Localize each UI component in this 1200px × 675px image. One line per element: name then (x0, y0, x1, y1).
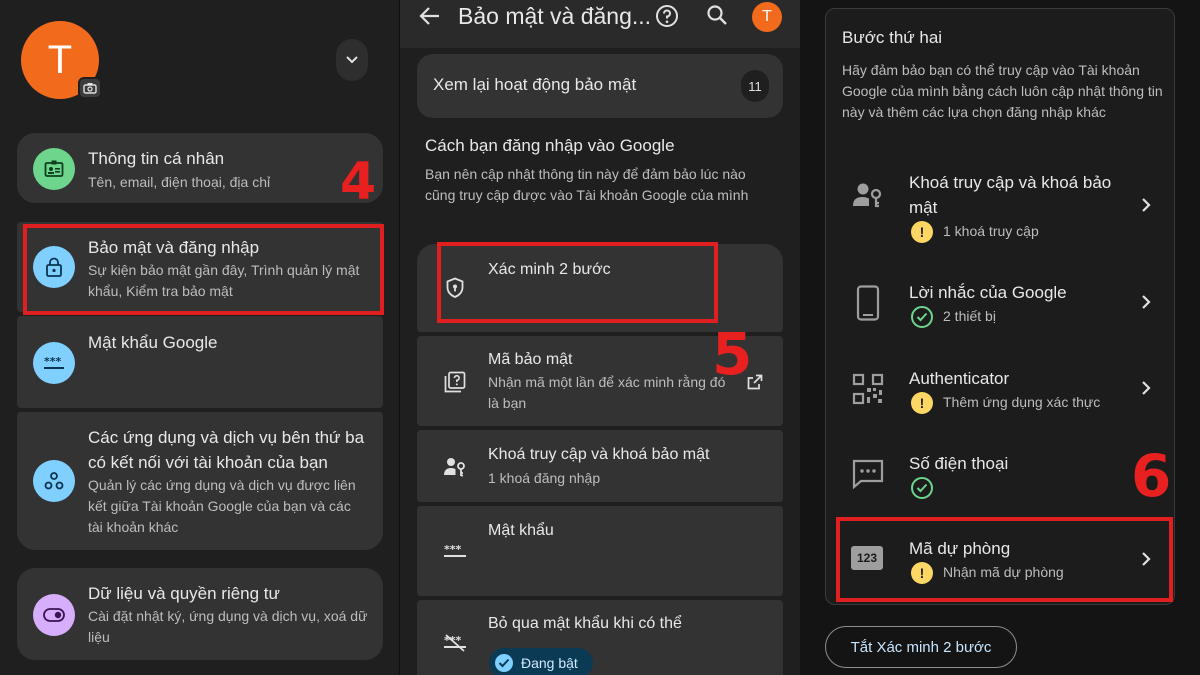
password-icon: *** (33, 342, 75, 384)
qr-code-icon (850, 371, 886, 407)
item-title: Bỏ qua mật khẩu khi có thể (488, 615, 682, 632)
top-app-bar: Bảo mật và đăng... T (400, 0, 800, 48)
skip-password-item[interactable]: *** Bỏ qua mật khẩu khi có thể Đang bật (417, 600, 783, 675)
menu-item-third-party-apps[interactable]: Các ứng dụng và dịch vụ bên thứ ba có kế… (17, 412, 383, 550)
search-icon[interactable] (706, 4, 728, 26)
menu-item-title: Dữ liệu và quyền riêng tư (88, 584, 280, 603)
svg-text:***: *** (44, 355, 62, 368)
back-arrow-icon[interactable] (419, 6, 441, 26)
apps-icon (33, 460, 75, 502)
svg-text:***: *** (444, 543, 462, 556)
account-panel: T Thông tin cá nhân Tên, email, điện tho… (0, 0, 400, 675)
account-switcher-button[interactable] (336, 39, 368, 81)
item-title: Khoá truy cập và khoá bảo mật (488, 446, 710, 463)
chevron-right-icon (1142, 381, 1151, 395)
chevron-right-icon (1142, 295, 1151, 309)
password-icon: *** (442, 538, 468, 564)
warning-icon: ! (911, 392, 933, 414)
review-security-activity[interactable]: Xem lại hoạt động bảo mật 11 (417, 54, 783, 118)
phone-icon (850, 285, 886, 321)
menu-item-title: Các ứng dụng và dịch vụ bên thứ ba có kế… (88, 428, 365, 472)
help-icon[interactable] (655, 4, 679, 28)
menu-item-subtitle: Tên, email, điện thoại, địa chỉ (88, 174, 271, 190)
page-title: Bảo mật và đăng... (458, 3, 652, 29)
turn-off-2sv-button[interactable]: Tắt Xác minh 2 bước (825, 626, 1017, 668)
menu-item-data-privacy[interactable]: Dữ liệu và quyền riêng tư Cài đặt nhật k… (17, 568, 383, 660)
count-badge: 11 (741, 70, 769, 102)
menu-item-google-password[interactable]: *** Mật khẩu Google (17, 316, 383, 408)
menu-item-title: Mật khẩu Google (88, 333, 218, 352)
check-circle-icon (911, 306, 933, 328)
option-status: 1 khoá truy cập (943, 223, 1039, 239)
help-box-icon (442, 369, 468, 395)
item-subtitle: 1 khoá đăng nhập (488, 470, 601, 486)
id-card-icon (33, 148, 75, 190)
camera-icon[interactable] (78, 77, 102, 99)
section-description: Hãy đảm bảo bạn có thể truy cập vào Tài … (842, 62, 1163, 120)
option-title: Số điện thoại (909, 454, 1009, 473)
item-title: Mã bảo mật (488, 351, 573, 368)
step-number: 5 (712, 320, 753, 388)
menu-item-personal-info[interactable]: Thông tin cá nhân Tên, email, điện thoại… (17, 133, 383, 203)
check-circle-icon (911, 477, 933, 499)
menu-item-subtitle: Cài đặt nhật ký, ứng dụng và dịch vụ, xo… (88, 608, 368, 645)
step-number: 4 (340, 152, 377, 212)
option-status: Thêm ứng dụng xác thực (943, 394, 1101, 410)
password-item[interactable]: *** Mật khẩu (417, 506, 783, 596)
step-number: 6 (1131, 442, 1172, 510)
sms-icon (850, 456, 886, 492)
check-circle-icon (495, 654, 513, 672)
menu-item-subtitle: Quản lý các ứng dụng và dịch vụ được liê… (88, 477, 356, 535)
option-status: 2 thiết bị (943, 308, 996, 324)
review-label: Xem lại hoạt động bảo mật (433, 75, 637, 94)
avatar[interactable]: T (752, 2, 782, 32)
option-title: Khoá truy cập và khoá bảo mật (909, 173, 1112, 217)
highlight-box (836, 517, 1173, 602)
option-title: Lời nhắc của Google (909, 283, 1067, 302)
password-off-icon: *** (442, 630, 468, 656)
person-key-icon (850, 177, 886, 213)
chevron-down-icon (346, 56, 358, 64)
person-key-icon (442, 454, 468, 480)
menu-item-title: Thông tin cá nhân (88, 149, 225, 168)
toggle-icon (33, 594, 75, 636)
item-title: Mật khẩu (488, 522, 554, 539)
option-title: Authenticator (909, 369, 1010, 388)
warning-icon: ! (911, 221, 933, 243)
passkeys-item[interactable]: Khoá truy cập và khoá bảo mật 1 khoá đăn… (417, 430, 783, 502)
chevron-right-icon (1142, 198, 1151, 212)
security-panel: Bảo mật và đăng... T Xem lại hoạt động b… (400, 0, 800, 675)
section-heading: Bước thứ hai (842, 28, 943, 47)
status-chip: Đang bật (489, 648, 593, 675)
chip-label: Đang bật (521, 655, 578, 671)
item-subtitle: Nhận mã một lần để xác minh rằng đó là b… (488, 374, 726, 411)
section-heading: Cách bạn đăng nhập vào Google (425, 136, 675, 155)
highlight-box (23, 224, 384, 315)
section-description: Bạn nên cập nhật thông tin này để đảm bả… (425, 166, 749, 203)
highlight-box (437, 242, 718, 323)
